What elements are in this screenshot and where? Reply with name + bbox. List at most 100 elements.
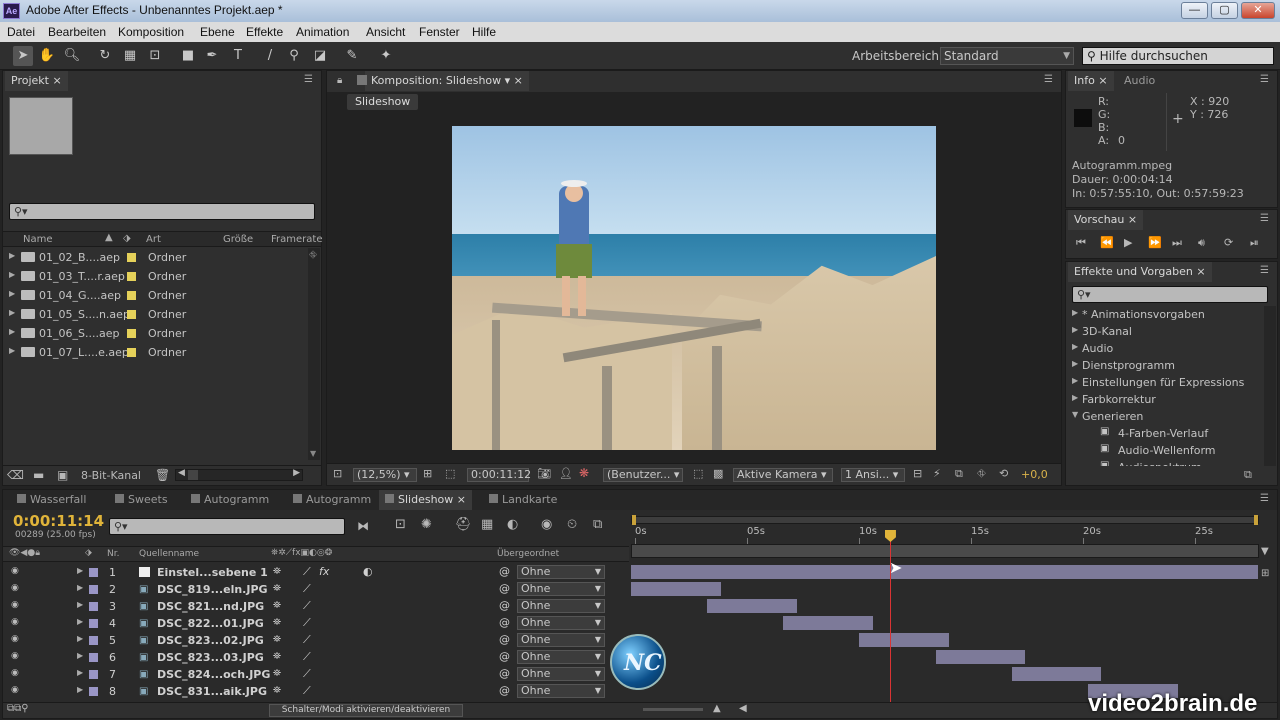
col-source-name[interactable]: Quellenname <box>139 549 199 559</box>
navigator-icon[interactable]: ⊞ <box>1261 568 1269 579</box>
layer-name[interactable]: DSC_819...eln.JPG <box>157 583 268 596</box>
label-color-swatch[interactable] <box>127 329 136 338</box>
expand-arrow-icon[interactable]: ▶ <box>9 327 15 336</box>
layer-duration-bar[interactable] <box>783 616 873 630</box>
ram-preview-icon[interactable]: ⏯ <box>1250 236 1259 250</box>
menu-fenster[interactable]: Fenster <box>419 25 460 39</box>
effects-search-input[interactable]: ⚲▾ <box>1072 286 1268 303</box>
pickwhip-icon[interactable]: @ <box>499 599 510 612</box>
timeline-icon[interactable]: ⧉ <box>955 467 963 481</box>
work-area-start-handle[interactable] <box>632 515 636 525</box>
tab-timeline-0[interactable]: Wasserfall <box>11 490 92 510</box>
pickwhip-icon[interactable]: @ <box>499 684 510 697</box>
menu-hilfe[interactable]: Hilfe <box>472 25 496 39</box>
col-size[interactable]: Größe <box>223 234 253 245</box>
expand-arrow-icon[interactable]: ▶ <box>9 251 15 260</box>
pen-tool-icon[interactable]: ✒ <box>202 46 222 66</box>
channel-rgb-icon[interactable]: ❋ <box>579 466 589 480</box>
motion-blur-icon[interactable]: ◐ <box>507 517 518 532</box>
quality-switch-icon[interactable]: ⟋ <box>303 650 311 664</box>
label-color-swatch[interactable] <box>89 636 98 645</box>
audio-icon[interactable]: 🔊︎ <box>1198 236 1205 250</box>
label-color-swatch[interactable] <box>127 272 136 281</box>
work-area-end-handle[interactable] <box>1254 515 1258 525</box>
pickwhip-icon[interactable]: @ <box>499 650 510 663</box>
expand-arrow-icon[interactable]: ▶ <box>9 346 15 355</box>
time-ruler[interactable]: 0s 05s 10s 15s 20s 25s <box>631 526 1259 544</box>
tab-timeline-4[interactable]: Slideshow × <box>379 490 472 510</box>
effect-item[interactable]: ▣ 4-Farben-Verlauf <box>1066 425 1262 442</box>
reset-exposure-icon[interactable]: ⟲ <box>999 467 1008 480</box>
pickwhip-icon[interactable]: @ <box>499 616 510 629</box>
col-type[interactable]: Art <box>146 234 161 245</box>
label-color-swatch[interactable] <box>89 568 98 577</box>
menu-komposition[interactable]: Komposition <box>118 25 184 39</box>
play-icon[interactable]: ▶ <box>1124 236 1132 249</box>
expand-arrow-icon[interactable]: ▶ <box>9 270 15 279</box>
parent-dropdown[interactable]: Ohne ▼ <box>517 599 605 613</box>
graph-editor-icon[interactable]: ⧉ <box>593 517 602 532</box>
layer-row[interactable]: ◉ ▶ 2 ▣ DSC_819...eln.JPG ⛯ ⟋ @ Ohne ▼ <box>3 581 630 598</box>
eye-icon[interactable]: ◉ <box>11 634 19 644</box>
panel-menu-icon[interactable]: ☰ <box>1260 213 1269 224</box>
eye-icon[interactable]: ◉ <box>11 617 19 627</box>
label-color-swatch[interactable] <box>127 348 136 357</box>
comp-marker-bin-icon[interactable]: ▼ <box>1261 546 1269 557</box>
expand-arrow-icon[interactable]: ▶ <box>1072 325 1078 334</box>
expand-arrow-icon[interactable]: ▶ <box>77 600 83 609</box>
project-list-item[interactable]: ▶ 01_06_S....aep Ordner <box>3 324 305 343</box>
last-frame-icon[interactable]: ⏭ <box>1172 236 1182 250</box>
tab-effekte[interactable]: Effekte und Vorgaben × <box>1068 262 1212 282</box>
effects-category[interactable]: ▶ * Animationsvorgaben <box>1066 306 1262 323</box>
effects-category[interactable]: ▶ Dienstprogramm <box>1066 357 1262 374</box>
layer-row[interactable]: ◉ ▶ 1 Einstel...sebene 1 ⛯ ⟋ fx ◐ @ Ohne ▼ <box>3 564 630 581</box>
current-time-display[interactable]: 0:00:11:14 <box>13 512 104 530</box>
camera-tool-icon[interactable]: ▦ <box>120 46 140 66</box>
rotate-tool-icon[interactable]: ↻ <box>95 46 115 66</box>
clone-stamp-tool-icon[interactable]: ⚲ <box>284 46 304 66</box>
eye-icon[interactable]: ◉ <box>11 651 19 661</box>
brush-tool-icon[interactable]: / <box>260 46 280 66</box>
region-of-interest-icon[interactable]: ⬚ <box>693 467 703 480</box>
expand-arrow-icon[interactable]: ▶ <box>9 289 15 298</box>
rectangle-tool-icon[interactable]: ■ <box>178 46 198 66</box>
effects-category[interactable]: ▼ Generieren <box>1066 408 1262 425</box>
expand-arrow-icon[interactable]: ▶ <box>1072 359 1078 368</box>
layer-row[interactable]: ◉ ▶ 8 ▣ DSC_831...aik.JPG ⛯ ⟋ @ Ohne ▼ <box>3 683 630 700</box>
label-color-swatch[interactable] <box>89 670 98 679</box>
comp-mini-flowchart-icon[interactable]: ⧓ <box>357 519 369 533</box>
quality-switch-icon[interactable]: ⟋ <box>303 599 311 613</box>
layer-name[interactable]: DSC_823...03.JPG <box>157 651 264 664</box>
layer-row[interactable]: ◉ ▶ 4 ▣ DSC_822...01.JPG ⛯ ⟋ @ Ohne ▼ <box>3 615 630 632</box>
trash-icon[interactable]: 🗑︎ <box>155 468 170 482</box>
effects-category[interactable]: ▶ Einstellungen für Expressions <box>1066 374 1262 391</box>
shy-switch-icon[interactable]: ⛯ <box>273 617 281 628</box>
layer-name[interactable]: Einstel...sebene 1 <box>157 566 268 579</box>
hand-tool-icon[interactable]: ✋ <box>37 46 57 66</box>
shy-switch-icon[interactable]: ⛯ <box>273 634 281 645</box>
label-color-swatch[interactable] <box>127 253 136 262</box>
transparency-grid-icon[interactable]: ▩ <box>713 467 723 480</box>
eraser-tool-icon[interactable]: ◪ <box>310 46 330 66</box>
layer-name[interactable]: DSC_824...och.JPG <box>157 668 270 681</box>
menu-ebene[interactable]: Ebene <box>200 25 235 39</box>
eye-icon[interactable]: ◉ <box>11 685 19 695</box>
effects-category[interactable]: ▶ Audio <box>1066 340 1262 357</box>
composition-breadcrumb[interactable]: Slideshow <box>347 94 419 110</box>
pickwhip-icon[interactable]: @ <box>499 582 510 595</box>
resolution-dropdown[interactable]: (Benutzer... ▾ <box>603 468 683 482</box>
collapse-arrow-icon[interactable]: ▼ <box>1072 410 1078 419</box>
parent-dropdown[interactable]: Ohne ▼ <box>517 582 605 596</box>
expand-arrow-icon[interactable]: ▶ <box>1072 342 1078 351</box>
project-list-item[interactable]: ▶ 01_05_S....n.aep Ordner <box>3 305 305 324</box>
bit-depth-label[interactable]: 8-Bit-Kanal <box>81 469 141 482</box>
quality-switch-icon[interactable]: ⟋ <box>303 684 311 698</box>
tab-vorschau[interactable]: Vorschau × <box>1068 210 1144 230</box>
menu-datei[interactable]: Datei <box>7 25 35 39</box>
view-layout-dropdown[interactable]: 1 Ansi... ▾ <box>841 468 905 482</box>
parent-dropdown[interactable]: Ohne ▼ <box>517 667 605 681</box>
layer-duration-bar[interactable] <box>859 633 950 647</box>
fx-switch-icon[interactable]: fx <box>319 565 329 578</box>
mask-visibility-icon[interactable]: ⬚ <box>445 467 455 480</box>
scroll-right-arrow-icon[interactable]: ▶ <box>293 468 300 478</box>
